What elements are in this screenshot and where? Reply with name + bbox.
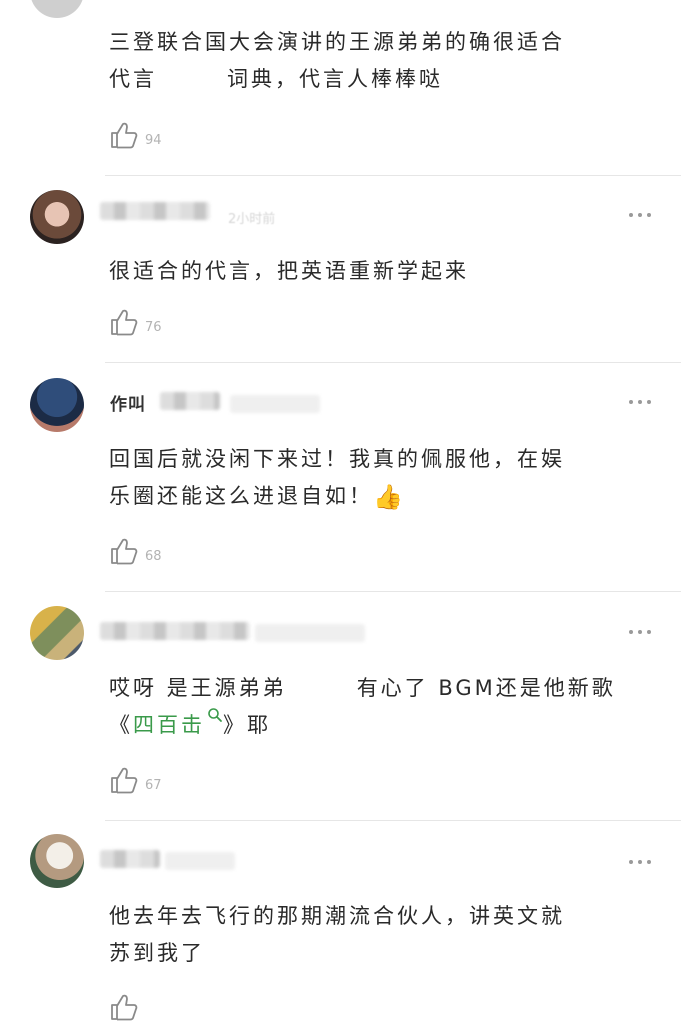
more-options-button[interactable] [629,213,651,217]
meta-blurred [165,852,235,870]
comment-text: 哎呀 是王源弟弟 有心了 BGM还是他新歌 《四百击 》耶 [109,676,616,737]
divider [105,820,681,821]
username-blurred[interactable] [100,850,160,868]
like-count: 67 [145,778,162,793]
divider [105,591,681,592]
thumbs-up-emoji-icon: 👍 [373,482,406,511]
thumbs-up-outline-icon [111,994,138,1021]
like-count: 94 [145,133,162,148]
avatar[interactable] [30,378,84,432]
avatar[interactable] [30,834,84,888]
comment-text: 他去年去飞行的那期潮流合伙人，讲英文就 苏到我了 [109,904,565,965]
thumbs-up-outline-icon [111,309,138,336]
search-icon [208,708,222,722]
comment-text: 很适合的代言，把英语重新学起来 [109,259,469,283]
thumbs-up-outline-icon [111,538,138,565]
like-count: 68 [145,549,162,564]
more-options-button[interactable] [629,630,651,634]
avatar[interactable] [30,606,84,660]
username-blurred [160,392,220,410]
meta-blurred [230,395,320,413]
comment-text: 三登联合国大会演讲的王源弟弟的确很适合 代言 词典，代言人棒棒哒 [109,30,565,91]
divider [105,362,681,363]
like-button[interactable]: 76 [109,307,162,337]
meta-blurred [255,624,365,642]
username-blurred[interactable] [100,202,210,220]
more-options-button[interactable] [629,400,651,404]
thumbs-up-outline-icon [111,767,138,794]
like-button[interactable] [109,992,139,1022]
like-button[interactable]: 94 [109,120,162,150]
like-button[interactable]: 68 [109,536,162,566]
avatar[interactable] [30,190,84,244]
username-blurred[interactable] [100,622,250,640]
more-options-button[interactable] [629,860,651,864]
divider [105,175,681,176]
username[interactable]: 作叫 [110,390,146,415]
comment-text: 回国后就没闲下来过！我真的佩服他，在娱 乐圈还能这么进退自如！👍 [109,441,649,516]
avatar[interactable] [30,0,84,18]
thumbs-up-outline-icon [111,122,138,149]
song-search-link[interactable]: 四百击 [133,708,223,737]
comment-time: 2小时前 [228,212,276,227]
like-count: 76 [145,320,162,335]
like-button[interactable]: 67 [109,765,162,795]
